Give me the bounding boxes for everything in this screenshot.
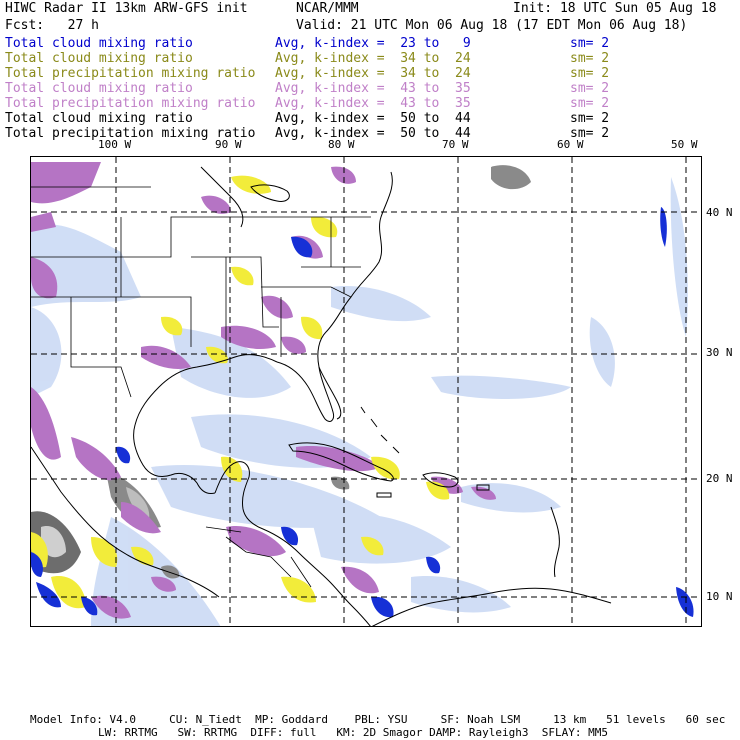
legend-label: Total cloud mixing ratio: [5, 81, 193, 96]
legend-label: Total cloud mixing ratio: [5, 36, 193, 51]
legend-row: Total cloud mixing ratio Avg, k-index = 3…: [5, 51, 735, 66]
legend-avg: Avg, k-index = 23 to 9: [275, 36, 471, 51]
org-label: NCAR/MMM: [296, 1, 359, 16]
legend-sm: sm= 2: [570, 51, 610, 66]
lat-label-30n: 30 N: [706, 346, 733, 359]
legend-label: Total precipitation mixing ratio: [5, 66, 256, 81]
legend-label: Total cloud mixing ratio: [5, 51, 193, 66]
legend-sm: sm= 2: [570, 111, 610, 126]
init-time: Init: 18 UTC Sun 05 Aug 18: [513, 1, 717, 16]
legend-row: Total cloud mixing ratio Avg, k-index = 4…: [5, 81, 735, 96]
model-info-line2: LW: RRTMG SW: RRTMG DIFF: full KM: 2D Sm…: [98, 726, 608, 739]
lon-label-50w: 50 W: [671, 138, 698, 151]
lon-label-80w: 80 W: [328, 138, 355, 151]
lon-label-100w: 100 W: [98, 138, 132, 151]
lat-label-40n: 40 N: [706, 206, 733, 219]
legend-avg: Avg, k-index = 34 to 24: [275, 51, 471, 66]
lat-label-10n: 10 N: [706, 590, 733, 603]
lon-label-60w: 60 W: [557, 138, 584, 151]
lon-label-90w: 90 W: [215, 138, 242, 151]
map-panel: [30, 156, 702, 627]
legend-row: Total cloud mixing ratio Avg, k-index = 2…: [5, 36, 735, 51]
legend-avg: Avg, k-index = 34 to 24: [275, 66, 471, 81]
lat-label-20n: 20 N: [706, 472, 733, 485]
legend-sm: sm= 2: [570, 96, 610, 111]
legend-avg: Avg, k-index = 43 to 35: [275, 96, 471, 111]
lon-label-70w: 70 W: [442, 138, 469, 151]
map-canvas: [31, 157, 701, 626]
valid-time: Valid: 21 UTC Mon 06 Aug 18 (17 EDT Mon …: [296, 18, 688, 33]
legend-row: Total precipitation mixing ratio Avg, k-i…: [5, 96, 735, 111]
forecast-hour: Fcst: 27 h: [5, 18, 99, 33]
light-cloud-field: [31, 177, 688, 626]
legend-avg: Avg, k-index = 43 to 35: [275, 81, 471, 96]
legend-avg: Avg, k-index = 50 to 44: [275, 111, 471, 126]
legend-row: Total cloud mixing ratio Avg, k-index = 5…: [5, 111, 735, 126]
model-info-line1: Model Info: V4.0 CU: N_Tiedt MP: Goddard…: [30, 713, 726, 726]
legend-row: Total precipitation mixing ratio Avg, k-i…: [5, 66, 735, 81]
legend-label: Total cloud mixing ratio: [5, 111, 193, 126]
legend-label: Total precipitation mixing ratio: [5, 96, 256, 111]
legend-sm: sm= 2: [570, 36, 610, 51]
plot-title: HIWC Radar II 13km ARW-GFS init: [5, 1, 248, 16]
legend-sm: sm= 2: [570, 66, 610, 81]
legend-sm: sm= 2: [570, 81, 610, 96]
